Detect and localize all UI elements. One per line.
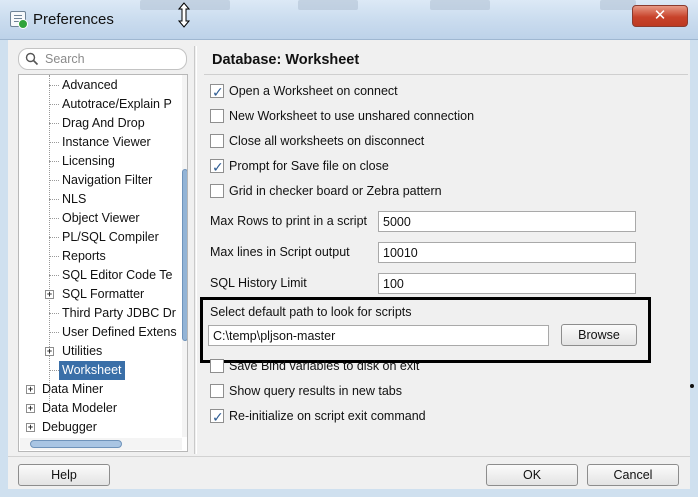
max-lines-label: Max lines in Script output [210, 245, 350, 259]
tree-guide-line [49, 75, 50, 413]
checkbox[interactable] [210, 384, 224, 398]
checkbox-label[interactable]: Open a Worksheet on connect [229, 81, 398, 101]
max-rows-label: Max Rows to print in a script [210, 214, 367, 228]
search-field[interactable] [18, 48, 187, 70]
tree-item-sql-editor-code-templates[interactable]: SQL Editor Code Te [62, 266, 172, 285]
check-icon: ✓ [212, 409, 224, 425]
tree-guide-line [49, 332, 59, 333]
tree-item-utilities[interactable]: Utilities [62, 342, 102, 361]
check-icon: ✓ [212, 159, 224, 175]
tree-item-nls[interactable]: NLS [62, 190, 86, 209]
page-title: Database: Worksheet [212, 52, 360, 68]
max-rows-field[interactable] [378, 211, 636, 232]
tree-item-advanced[interactable]: Advanced [62, 76, 118, 95]
tree-item-worksheet[interactable]: Worksheet [59, 361, 125, 380]
scrollbar-thumb[interactable] [182, 169, 187, 341]
tree-guide-line [49, 256, 59, 257]
tree-item-sql-formatter[interactable]: SQL Formatter [62, 285, 144, 304]
tree-guide-line [49, 142, 59, 143]
checkbox-label[interactable]: Grid in checker board or Zebra pattern [229, 181, 442, 201]
tree-guide-line [49, 161, 59, 162]
title-bar[interactable]: Preferences ✕ [0, 0, 698, 40]
ok-button[interactable]: OK [486, 464, 578, 486]
tree-item-data-miner[interactable]: Data Miner [42, 380, 103, 399]
plus-icon[interactable]: + [45, 290, 54, 299]
checkbox[interactable] [210, 109, 224, 123]
plus-icon[interactable]: + [26, 423, 35, 432]
tree-item-data-modeler[interactable]: Data Modeler [42, 399, 117, 418]
sql-history-limit-label: SQL History Limit [210, 276, 307, 290]
checkbox-label[interactable]: Show query results in new tabs [229, 381, 402, 401]
tree-guide-line [49, 275, 59, 276]
checkbox-label[interactable]: Re-initialize on script exit command [229, 406, 426, 426]
tree-horizontal-scrollbar[interactable] [20, 438, 182, 450]
tree-guide-line [49, 218, 59, 219]
preferences-tree[interactable]: Advanced Autotrace/Explain P Drag And Dr… [18, 74, 188, 452]
search-icon [25, 52, 39, 66]
checkbox[interactable]: ✓ [210, 409, 224, 425]
check-icon: ✓ [212, 84, 224, 100]
tree-guide-line [49, 85, 59, 86]
checkbox[interactable] [210, 134, 224, 148]
tree-item-user-defined-extensions[interactable]: User Defined Extens [62, 323, 177, 342]
divider [8, 456, 690, 457]
tree-guide-line [49, 199, 59, 200]
tree-guide-line [49, 104, 59, 105]
tree-guide-line [49, 313, 59, 314]
sql-history-limit-field[interactable] [378, 273, 636, 294]
checkbox-label[interactable]: Close all worksheets on disconnect [229, 131, 424, 151]
max-lines-field[interactable] [378, 242, 636, 263]
tree-item-third-party-jdbc[interactable]: Third Party JDBC Dr [62, 304, 176, 323]
tree-guide-line [49, 370, 59, 371]
checkbox-label[interactable]: Save Bind variables to disk on exit [229, 356, 419, 376]
checkbox-label[interactable]: Prompt for Save file on close [229, 156, 389, 176]
tree-guide-line [49, 123, 59, 124]
help-button[interactable]: Help [18, 464, 110, 486]
preferences-icon [10, 11, 28, 29]
checkbox[interactable]: ✓ [210, 84, 224, 100]
tree-item-navigation-filter[interactable]: Navigation Filter [62, 171, 152, 190]
tree-guide-line [49, 180, 59, 181]
close-button[interactable]: ✕ [632, 5, 688, 27]
background-window-ghost [298, 0, 358, 10]
tree-item-plsql-compiler[interactable]: PL/SQL Compiler [62, 228, 159, 247]
stray-dot [690, 384, 694, 388]
plus-icon[interactable]: + [26, 404, 35, 413]
tree-guide-line [49, 237, 59, 238]
tree-item-drag-and-drop[interactable]: Drag And Drop [62, 114, 145, 133]
highlight-box [200, 297, 651, 363]
cancel-button[interactable]: Cancel [587, 464, 679, 486]
checkbox[interactable] [210, 184, 224, 198]
plus-icon[interactable]: + [45, 347, 54, 356]
search-input[interactable] [45, 51, 181, 67]
plus-icon[interactable]: + [26, 385, 35, 394]
background-window-ghost [430, 0, 490, 10]
checkbox[interactable]: ✓ [210, 159, 224, 175]
tree-item-licensing[interactable]: Licensing [62, 152, 115, 171]
tree-item-autotrace[interactable]: Autotrace/Explain P [62, 95, 172, 114]
tree-vertical-scrollbar[interactable] [182, 75, 187, 437]
window-title: Preferences [33, 11, 114, 28]
background-window-ghost [600, 0, 636, 10]
divider [204, 74, 688, 75]
resize-cursor-icon [178, 2, 190, 28]
dialog-body: Advanced Autotrace/Explain P Drag And Dr… [8, 40, 694, 489]
checkbox-label[interactable]: New Worksheet to use unshared connection [229, 106, 474, 126]
tree-item-instance-viewer[interactable]: Instance Viewer [62, 133, 151, 152]
panel-splitter[interactable] [194, 46, 197, 454]
tree-item-debugger[interactable]: Debugger [42, 418, 97, 437]
scrollbar-thumb[interactable] [30, 440, 122, 448]
tree-item-reports[interactable]: Reports [62, 247, 106, 266]
tree-item-object-viewer[interactable]: Object Viewer [62, 209, 140, 228]
checkbox[interactable] [210, 359, 224, 373]
